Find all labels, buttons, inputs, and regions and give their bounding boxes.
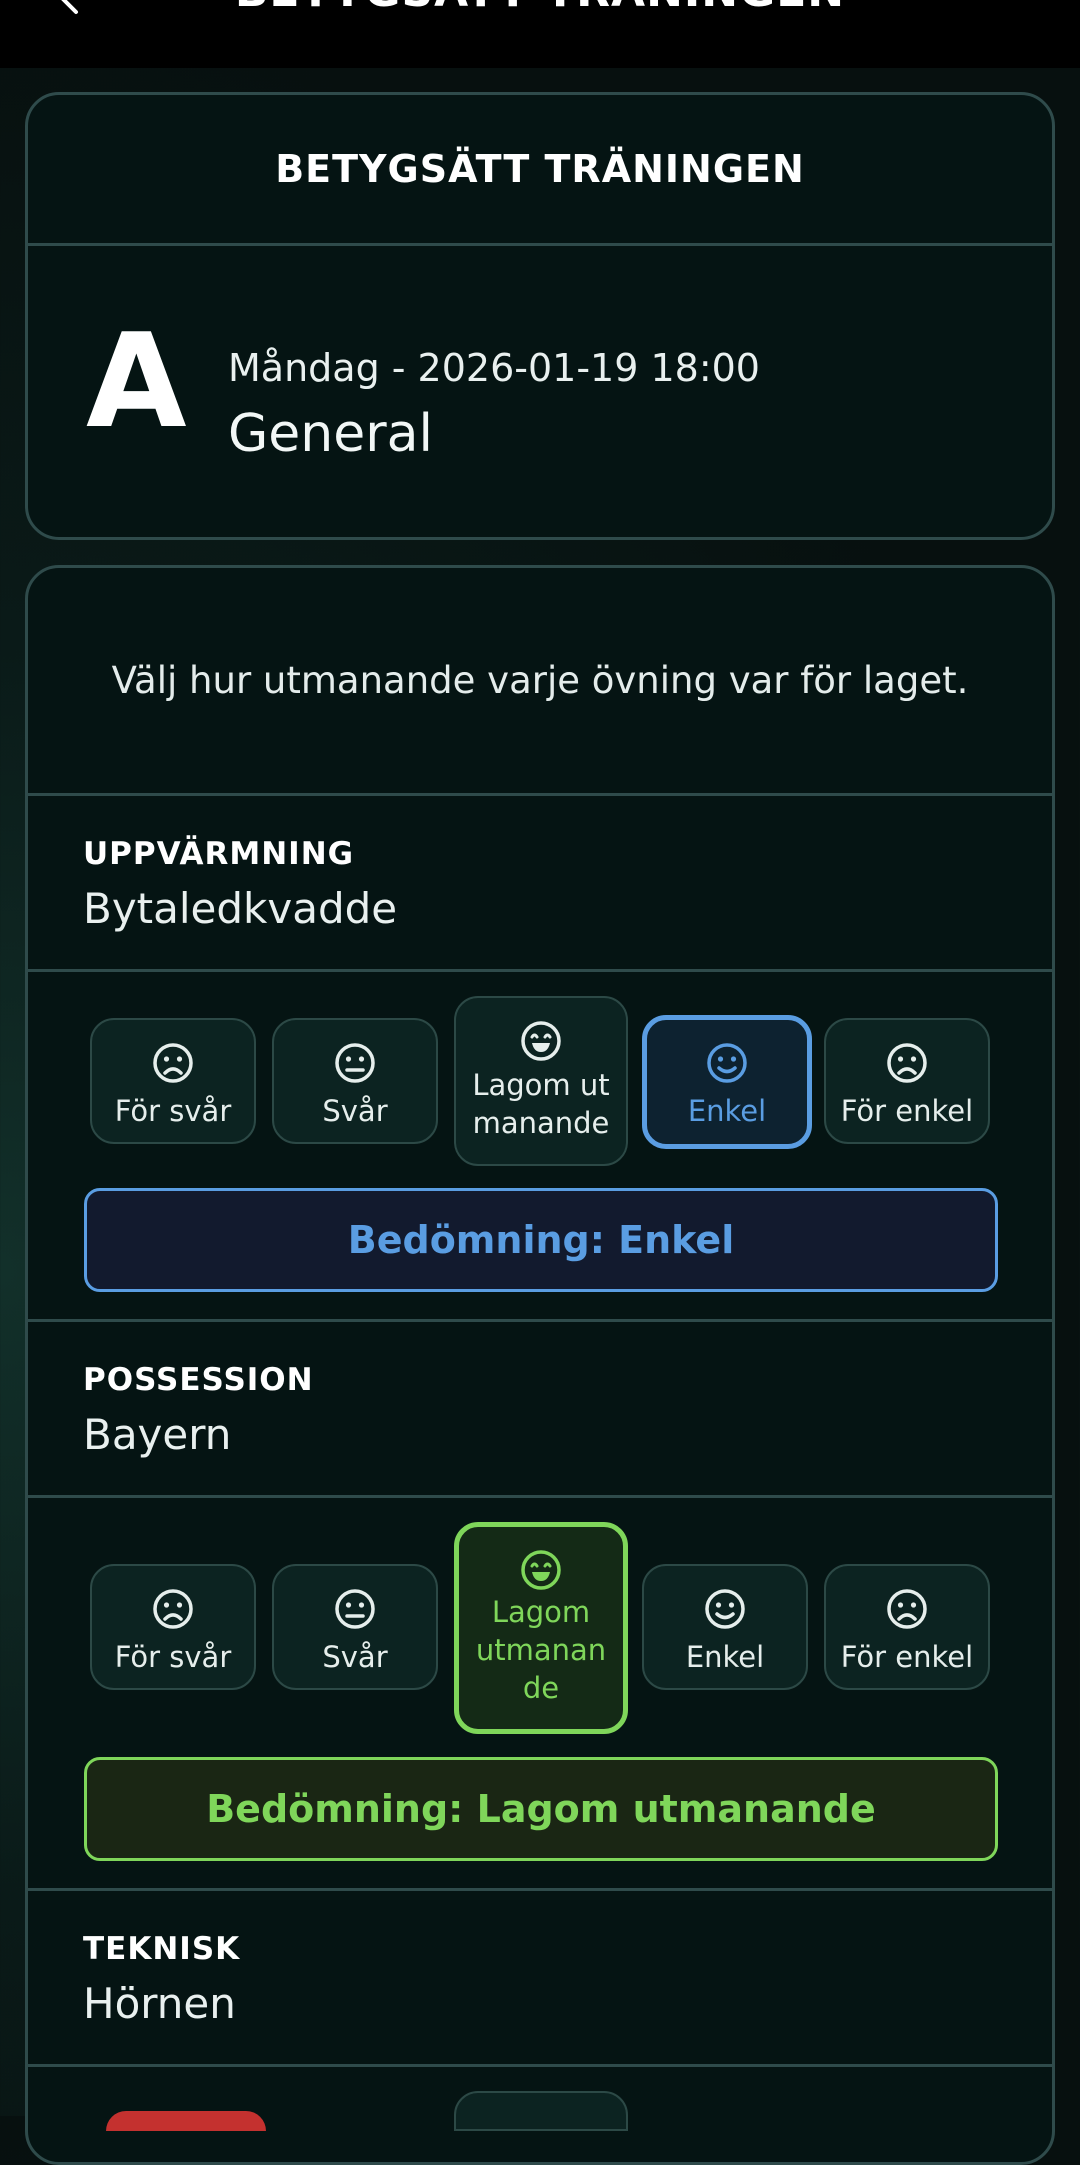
option-too-hard[interactable]: För svår — [90, 1018, 256, 1144]
session-info: A Måndag - 2026-01-19 18:00 General — [28, 246, 1052, 537]
rating-verdict: Bedömning: Lagom utmanande — [84, 1757, 998, 1861]
exercise-category: POSSESSION — [83, 1362, 314, 1398]
grin-icon — [521, 1550, 561, 1590]
option-easy-selected[interactable]: Enkel — [642, 1015, 812, 1149]
option-label: Enkel — [685, 1640, 765, 1674]
exercise-category: TEKNISK — [83, 1931, 241, 1967]
session-date: Måndag - 2026-01-19 18:00 — [228, 346, 760, 390]
exercise-header: TEKNISK Hörnen — [28, 1891, 1052, 2067]
option-label: För svår — [114, 1640, 232, 1674]
exercise-category: UPPVÄRMNING — [83, 836, 355, 872]
option-too-easy[interactable]: För enkel — [824, 1018, 990, 1144]
rating-verdict: Bedömning: Enkel — [84, 1188, 998, 1292]
rating-row: För svår Svår Lagom ut manande Enkel För… — [28, 972, 1052, 1322]
neutral-face-icon — [335, 1043, 375, 1083]
option-just-right-selected[interactable]: Lagom utmanan de — [454, 1522, 628, 1734]
option-easy[interactable]: Enkel — [642, 1564, 808, 1690]
option-label: För svår — [114, 1094, 232, 1128]
option-too-easy[interactable]: För enkel — [824, 1564, 990, 1690]
exercise-header: UPPVÄRMNING Bytaledkvadde — [28, 796, 1052, 972]
exercise-rating-card: Välj hur utmanande varje övning var för … — [25, 565, 1055, 2165]
option-label: Svår — [322, 1094, 388, 1128]
option-label: Lagom ut manande — [472, 1068, 610, 1140]
intro-text: Välj hur utmanande varje övning var för … — [28, 568, 1052, 796]
exercise-name: Bayern — [83, 1410, 232, 1459]
option-hard[interactable]: Svår — [272, 1564, 438, 1690]
team-letter: A — [86, 305, 187, 457]
option-too-hard-selected[interactable] — [106, 2111, 266, 2131]
option-hard[interactable]: Svår — [272, 1018, 438, 1144]
exercise-header: POSSESSION Bayern — [28, 1322, 1052, 1498]
neutral-face-icon — [335, 1589, 375, 1629]
top-bar: BETYGSÄTT TRÄNINGEN — [0, 0, 1080, 68]
smile-icon — [705, 1589, 745, 1629]
smile-icon — [707, 1043, 747, 1083]
frown-icon — [153, 1589, 193, 1629]
option-just-right[interactable] — [454, 2091, 628, 2131]
grin-icon — [521, 1021, 561, 1061]
option-label: För enkel — [840, 1094, 974, 1128]
session-summary-card: BETYGSÄTT TRÄNINGEN A Måndag - 2026-01-1… — [25, 92, 1055, 540]
frown-icon — [153, 1043, 193, 1083]
rating-row — [28, 2067, 1052, 2162]
frown-icon — [887, 1043, 927, 1083]
exercise-name: Bytaledkvadde — [83, 884, 398, 933]
session-name: General — [228, 404, 433, 464]
card-title: BETYGSÄTT TRÄNINGEN — [28, 95, 1052, 246]
frown-icon — [887, 1589, 927, 1629]
rating-row: För svår Svår Lagom utmanan de Enkel För… — [28, 1498, 1052, 1891]
exercise-name: Hörnen — [83, 1979, 236, 2028]
app-bar-title: BETYGSÄTT TRÄNINGEN — [0, 0, 1080, 17]
option-label: Lagom utmanan de — [475, 1595, 607, 1705]
option-label: Svår — [322, 1640, 388, 1674]
option-label: För enkel — [840, 1640, 974, 1674]
option-just-right[interactable]: Lagom ut manande — [454, 996, 628, 1166]
option-label: Enkel — [687, 1094, 767, 1128]
option-too-hard[interactable]: För svår — [90, 1564, 256, 1690]
